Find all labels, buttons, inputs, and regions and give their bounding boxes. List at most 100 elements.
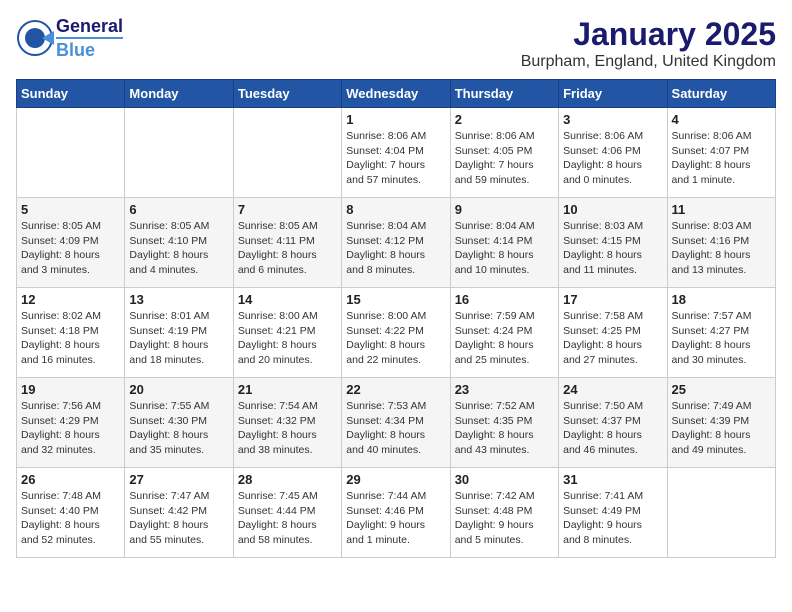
calendar-cell: 3 Sunrise: 8:06 AM Sunset: 4:06 PM Daylig…: [559, 108, 667, 198]
calendar-cell: 21 Sunrise: 7:54 AM Sunset: 4:32 PM Dayli…: [233, 378, 341, 468]
calendar-cell: 6 Sunrise: 8:05 AM Sunset: 4:10 PM Daylig…: [125, 198, 233, 288]
day-info: Sunrise: 7:41 AM Sunset: 4:49 PM Dayligh…: [563, 489, 662, 548]
day-number: 19: [21, 382, 120, 397]
calendar-header: SundayMondayTuesdayWednesdayThursdayFrid…: [17, 80, 776, 108]
logo: General Blue: [16, 16, 123, 60]
calendar-title: January 2025: [521, 16, 776, 53]
day-info: Sunrise: 8:03 AM Sunset: 4:15 PM Dayligh…: [563, 219, 662, 278]
day-number: 10: [563, 202, 662, 217]
calendar-cell: 26 Sunrise: 7:48 AM Sunset: 4:40 PM Dayli…: [17, 468, 125, 558]
calendar-cell: 27 Sunrise: 7:47 AM Sunset: 4:42 PM Dayli…: [125, 468, 233, 558]
calendar-cell: 18Sunrise: 7:57 AM Sunset: 4:27 PM Dayli…: [667, 288, 775, 378]
day-number: 14: [238, 292, 337, 307]
day-info: Sunrise: 7:59 AM Sunset: 4:24 PM Dayligh…: [455, 309, 554, 368]
calendar-cell: 31 Sunrise: 7:41 AM Sunset: 4:49 PM Dayli…: [559, 468, 667, 558]
calendar-subtitle: Burpham, England, United Kingdom: [521, 53, 776, 71]
calendar-cell: 29 Sunrise: 7:44 AM Sunset: 4:46 PM Dayli…: [342, 468, 450, 558]
calendar-week-row: 12 Sunrise: 8:02 AM Sunset: 4:18 PM Dayli…: [17, 288, 776, 378]
calendar-cell: 9 Sunrise: 8:04 AM Sunset: 4:14 PM Daylig…: [450, 198, 558, 288]
calendar-cell: 28Sunrise: 7:45 AM Sunset: 4:44 PM Dayli…: [233, 468, 341, 558]
weekday-header: Monday: [125, 80, 233, 108]
calendar-cell: 12 Sunrise: 8:02 AM Sunset: 4:18 PM Dayli…: [17, 288, 125, 378]
day-info: Sunrise: 8:02 AM Sunset: 4:18 PM Dayligh…: [21, 309, 120, 368]
day-info: Sunrise: 7:50 AM Sunset: 4:37 PM Dayligh…: [563, 399, 662, 458]
calendar-cell: 15 Sunrise: 8:00 AM Sunset: 4:22 PM Dayli…: [342, 288, 450, 378]
day-number: 27: [129, 472, 228, 487]
day-number: 24: [563, 382, 662, 397]
day-number: 4: [672, 112, 771, 127]
day-number: 6: [129, 202, 228, 217]
day-number: 15: [346, 292, 445, 307]
day-info: Sunrise: 7:56 AM Sunset: 4:29 PM Dayligh…: [21, 399, 120, 458]
calendar-cell: 11Sunrise: 8:03 AM Sunset: 4:16 PM Dayli…: [667, 198, 775, 288]
day-number: 9: [455, 202, 554, 217]
weekday-header: Saturday: [667, 80, 775, 108]
calendar-cell: [17, 108, 125, 198]
calendar-week-row: 1 Sunrise: 8:06 AM Sunset: 4:04 PM Daylig…: [17, 108, 776, 198]
logo-text-blue: Blue: [56, 37, 123, 61]
calendar-cell: [667, 468, 775, 558]
day-info: Sunrise: 8:06 AM Sunset: 4:04 PM Dayligh…: [346, 129, 445, 188]
calendar-cell: 4 Sunrise: 8:06 AM Sunset: 4:07 PM Daylig…: [667, 108, 775, 198]
day-number: 25: [672, 382, 771, 397]
day-number: 20: [129, 382, 228, 397]
day-info: Sunrise: 8:05 AM Sunset: 4:09 PM Dayligh…: [21, 219, 120, 278]
calendar-cell: 13Sunrise: 8:01 AM Sunset: 4:19 PM Dayli…: [125, 288, 233, 378]
day-number: 30: [455, 472, 554, 487]
page-header: General Blue January 2025 Burpham, Engla…: [16, 16, 776, 71]
calendar-cell: 10 Sunrise: 8:03 AM Sunset: 4:15 PM Dayli…: [559, 198, 667, 288]
calendar-cell: 16 Sunrise: 7:59 AM Sunset: 4:24 PM Dayli…: [450, 288, 558, 378]
calendar-week-row: 19 Sunrise: 7:56 AM Sunset: 4:29 PM Dayli…: [17, 378, 776, 468]
day-info: Sunrise: 7:42 AM Sunset: 4:48 PM Dayligh…: [455, 489, 554, 548]
day-info: Sunrise: 8:04 AM Sunset: 4:14 PM Dayligh…: [455, 219, 554, 278]
day-info: Sunrise: 8:04 AM Sunset: 4:12 PM Dayligh…: [346, 219, 445, 278]
day-number: 2: [455, 112, 554, 127]
day-number: 29: [346, 472, 445, 487]
calendar-cell: 17 Sunrise: 7:58 AM Sunset: 4:25 PM Dayli…: [559, 288, 667, 378]
calendar-week-row: 26 Sunrise: 7:48 AM Sunset: 4:40 PM Dayli…: [17, 468, 776, 558]
day-number: 8: [346, 202, 445, 217]
calendar-cell: 22Sunrise: 7:53 AM Sunset: 4:34 PM Dayli…: [342, 378, 450, 468]
calendar-cell: [233, 108, 341, 198]
day-info: Sunrise: 8:06 AM Sunset: 4:07 PM Dayligh…: [672, 129, 771, 188]
calendar-cell: 1 Sunrise: 8:06 AM Sunset: 4:04 PM Daylig…: [342, 108, 450, 198]
calendar-cell: 5 Sunrise: 8:05 AM Sunset: 4:09 PM Daylig…: [17, 198, 125, 288]
calendar-cell: 7Sunrise: 8:05 AM Sunset: 4:11 PM Daylig…: [233, 198, 341, 288]
calendar-cell: 8 Sunrise: 8:04 AM Sunset: 4:12 PM Daylig…: [342, 198, 450, 288]
day-info: Sunrise: 7:44 AM Sunset: 4:46 PM Dayligh…: [346, 489, 445, 548]
day-info: Sunrise: 8:06 AM Sunset: 4:06 PM Dayligh…: [563, 129, 662, 188]
day-info: Sunrise: 7:58 AM Sunset: 4:25 PM Dayligh…: [563, 309, 662, 368]
day-info: Sunrise: 8:05 AM Sunset: 4:10 PM Dayligh…: [129, 219, 228, 278]
day-number: 12: [21, 292, 120, 307]
day-number: 17: [563, 292, 662, 307]
day-info: Sunrise: 7:49 AM Sunset: 4:39 PM Dayligh…: [672, 399, 771, 458]
day-number: 21: [238, 382, 337, 397]
weekday-header: Thursday: [450, 80, 558, 108]
weekday-header: Sunday: [17, 80, 125, 108]
day-number: 26: [21, 472, 120, 487]
day-info: Sunrise: 8:05 AM Sunset: 4:11 PM Dayligh…: [238, 219, 337, 278]
logo-icon: [16, 19, 54, 57]
day-number: 31: [563, 472, 662, 487]
day-info: Sunrise: 8:00 AM Sunset: 4:21 PM Dayligh…: [238, 309, 337, 368]
day-info: Sunrise: 8:06 AM Sunset: 4:05 PM Dayligh…: [455, 129, 554, 188]
day-info: Sunrise: 7:55 AM Sunset: 4:30 PM Dayligh…: [129, 399, 228, 458]
day-info: Sunrise: 7:47 AM Sunset: 4:42 PM Dayligh…: [129, 489, 228, 548]
day-number: 22: [346, 382, 445, 397]
calendar-cell: 24 Sunrise: 7:50 AM Sunset: 4:37 PM Dayli…: [559, 378, 667, 468]
day-info: Sunrise: 7:48 AM Sunset: 4:40 PM Dayligh…: [21, 489, 120, 548]
calendar-cell: 19 Sunrise: 7:56 AM Sunset: 4:29 PM Dayli…: [17, 378, 125, 468]
day-info: Sunrise: 7:54 AM Sunset: 4:32 PM Dayligh…: [238, 399, 337, 458]
calendar-cell: 25 Sunrise: 7:49 AM Sunset: 4:39 PM Dayli…: [667, 378, 775, 468]
day-info: Sunrise: 7:52 AM Sunset: 4:35 PM Dayligh…: [455, 399, 554, 458]
calendar-cell: 30 Sunrise: 7:42 AM Sunset: 4:48 PM Dayli…: [450, 468, 558, 558]
day-info: Sunrise: 8:00 AM Sunset: 4:22 PM Dayligh…: [346, 309, 445, 368]
day-number: 3: [563, 112, 662, 127]
calendar-table: SundayMondayTuesdayWednesdayThursdayFrid…: [16, 79, 776, 558]
day-number: 5: [21, 202, 120, 217]
day-number: 1: [346, 112, 445, 127]
calendar-cell: 2 Sunrise: 8:06 AM Sunset: 4:05 PM Daylig…: [450, 108, 558, 198]
day-number: 16: [455, 292, 554, 307]
calendar-week-row: 5 Sunrise: 8:05 AM Sunset: 4:09 PM Daylig…: [17, 198, 776, 288]
day-number: 18: [672, 292, 771, 307]
